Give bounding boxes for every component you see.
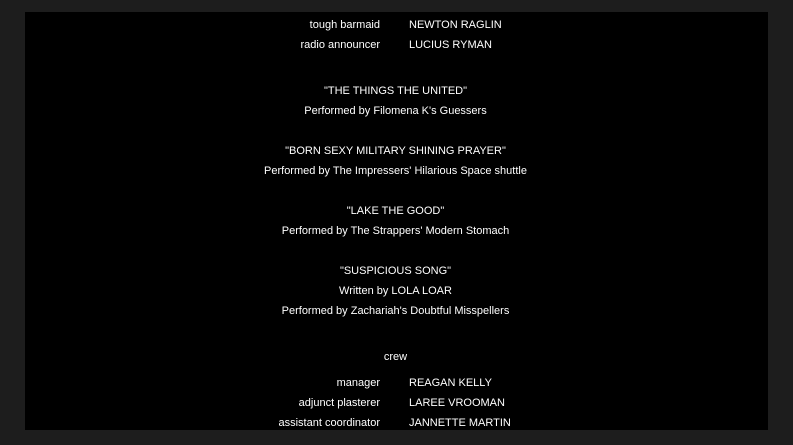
song-credit-line: Performed by Zachariah's Doubtful Misspe… — [281, 305, 510, 317]
crew-name: LAREE VROOMAN — [409, 397, 505, 409]
song-title: "THE THINGS THE UNITED" — [323, 85, 468, 97]
song-credit-line: Performed by The Strappers' Modern Stoma… — [281, 225, 510, 237]
cast-role: tough barmaid — [309, 19, 380, 31]
crew-heading: crew — [383, 351, 408, 363]
crew-role: manager — [336, 377, 380, 389]
crew-name: REAGAN KELLY — [409, 377, 492, 389]
song-title: "SUSPICIOUS SONG" — [339, 265, 452, 277]
cast-name: NEWTON RAGLIN — [409, 19, 502, 31]
crew-role: adjunct plasterer — [298, 397, 380, 409]
cast-name: LUCIUS RYMAN — [409, 39, 492, 51]
crew-role: assistant coordinator — [278, 417, 381, 429]
crew-name: JANNETTE MARTIN — [409, 417, 511, 429]
song-credit-line: Performed by The Impressers' Hilarious S… — [264, 165, 527, 177]
song-credit-line: Written by LOLA LOAR — [339, 285, 452, 297]
song-credit-line: Performed by Filomena K's Guessers — [304, 105, 487, 117]
credits-video-frame: tough barmaid NEWTON RAGLIN radio announ… — [25, 12, 768, 430]
song-title: "BORN SEXY MILITARY SHINING PRAYER" — [285, 145, 506, 157]
song-title: "LAKE THE GOOD" — [346, 205, 445, 217]
cast-role: radio announcer — [300, 39, 380, 51]
